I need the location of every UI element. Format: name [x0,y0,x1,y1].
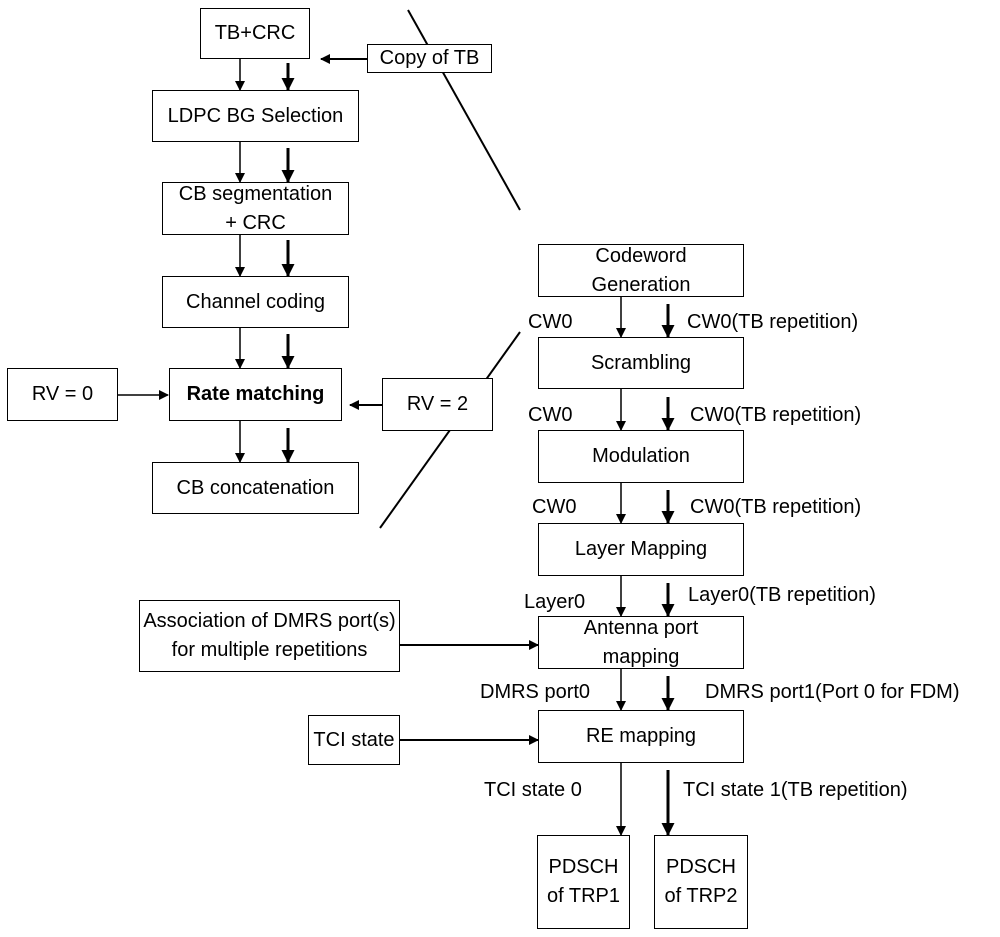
edge-label-dmrs-port0: DMRS port0 [480,681,591,703]
tci-state-label: TCI state [313,728,395,751]
channel-coding-block: Channel coding [162,276,349,328]
rate-matching-label: Rate matching [186,383,325,405]
antenna-line2: mapping [602,645,680,668]
edge-label-cw0-repetition: CW0(TB repetition) [687,311,859,333]
tb-crc-block: TB+CRC [200,8,310,59]
rv2-label: RV = 2 [406,393,469,415]
pdsch1-line2: of TRP1 [547,885,620,907]
tb-crc-label: TB+CRC [214,22,296,44]
pdsch2-line2: of TRP2 [664,885,738,907]
re-mapping-label: RE mapping [585,725,697,747]
codeword-generation-block: Codeword Generation [538,244,744,297]
dmrs-assoc-line2: for multiple repetitions [171,639,368,661]
channel-coding-label: Channel coding [186,290,325,313]
cb-concatenation-block: CB concatenation [152,462,359,514]
separator-line-top [407,9,521,211]
cb-segmentation-block: CB segmentation + CRC [162,182,349,235]
edge-label-layer0: Layer0 [524,591,586,613]
pdsch-trp1-block: PDSCH of TRP1 [537,835,630,929]
edge-label-cw0: CW0 [528,404,573,426]
edge-label-cw0: CW0 [528,311,573,333]
re-mapping-block: RE mapping [538,710,744,763]
edge-label-cw0: CW0 [532,496,577,518]
edge-label-cw0-repetition: CW0(TB repetition) [690,404,862,426]
modulation-block: Modulation [538,430,744,483]
dmrs-assoc-line1: Association of DMRS port(s) [143,610,396,632]
cb-concat-label: CB concatenation [176,476,335,499]
codeword-line2: Generation [591,273,691,296]
ldpc-label: LDPC BG Selection [167,104,344,127]
edge-label-layer0-repetition: Layer0(TB repetition) [688,584,876,606]
rv0-block: RV = 0 [7,368,118,421]
edge-label-cw0-repetition: CW0(TB repetition) [690,496,862,518]
edge-label-tci-state1: TCI state 1(TB repetition) [683,779,908,801]
tci-state-block: TCI state [308,715,400,765]
rv0-label: RV = 0 [31,383,94,405]
antenna-port-mapping-block: Antenna port mapping [538,616,744,669]
modulation-label: Modulation [592,445,690,467]
antenna-line1: Antenna port [583,616,699,639]
pdsch-trp2-block: PDSCH of TRP2 [654,835,748,929]
scrambling-block: Scrambling [538,337,744,389]
pdsch1-line1: PDSCH [548,856,619,878]
edge-label-tci-state0: TCI state 0 [484,779,582,801]
copy-of-tb-label: Copy of TB [379,47,480,69]
cb-seg-line2: + CRC [225,211,286,234]
scrambling-label: Scrambling [590,351,692,374]
codeword-line1: Codeword [595,244,687,267]
ldpc-bg-selection-block: LDPC BG Selection [152,90,359,142]
pdsch2-line1: PDSCH [665,856,736,878]
edge-label-dmrs-port1: DMRS port1(Port 0 for FDM) [705,681,960,703]
rv2-block: RV = 2 [382,378,493,431]
rate-matching-block: Rate matching [169,368,342,421]
cb-seg-line1: CB segmentation [178,182,333,205]
dmrs-association-block: Association of DMRS port(s) for multiple… [139,600,400,672]
layer-mapping-label: Layer Mapping [574,538,708,560]
layer-mapping-block: Layer Mapping [538,523,744,576]
copy-of-tb-block: Copy of TB [367,44,492,73]
